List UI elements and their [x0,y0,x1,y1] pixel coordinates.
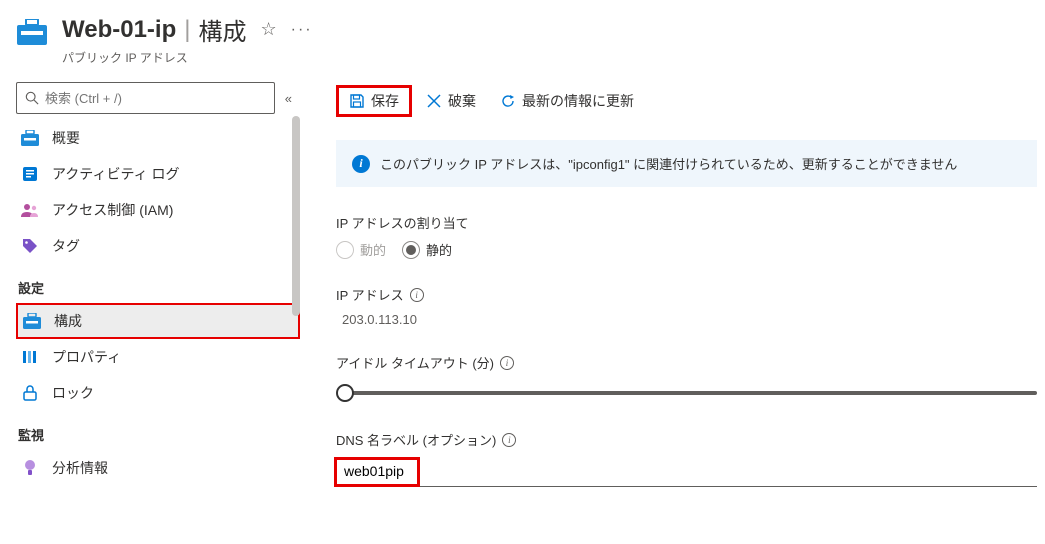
sidebar-group-monitoring: 監視 [16,411,300,450]
sidebar-item-label: アクティビティ ログ [52,164,180,184]
sidebar-item-label: プロパティ [52,347,121,367]
sidebar-item-label: 分析情報 [52,458,108,478]
refresh-icon [500,93,516,109]
resource-title: Web-01-ip [62,16,176,44]
field-idle-timeout: アイドル タイムアウト (分) i [336,353,1045,404]
blade-title: 構成 [198,12,246,47]
refresh-label: 最新の情報に更新 [522,91,634,111]
iam-icon [20,200,40,220]
radio-icon [402,241,420,259]
save-label: 保存 [371,91,399,111]
radio-icon [336,241,354,259]
save-icon [349,93,365,109]
menu-search-box[interactable] [16,82,275,114]
sidebar-group-settings: 設定 [16,264,300,303]
page-header: Web-01-ip | 構成 ☆ ··· パブリック IP アドレス [0,0,1045,76]
sidebar: « 概要 アクティビティ ログ アクセス制御 (IAM) [0,76,300,544]
field-ip-assignment: IP アドレスの割り当て 動的 静的 [336,213,1045,259]
discard-button[interactable]: 破棄 [416,85,486,117]
sidebar-item-configuration[interactable]: 構成 [16,303,300,339]
ip-address-label: IP アドレス [336,285,404,304]
save-button[interactable]: 保存 [336,85,412,117]
resource-icon [16,16,48,48]
properties-icon [20,347,40,367]
menu-search-input[interactable] [45,91,266,106]
info-banner-text: このパブリック IP アドレスは、"ipconfig1" に関連付けられているた… [380,154,957,173]
more-menu-icon[interactable]: ··· [291,21,313,39]
discard-label: 破棄 [448,91,476,111]
public-ip-icon [20,128,40,148]
slider-track [344,391,1037,395]
sidebar-item-iam[interactable]: アクセス制御 (IAM) [16,192,300,228]
idle-timeout-slider[interactable] [336,382,1037,404]
search-icon [25,91,39,105]
favorite-star-icon[interactable]: ☆ [260,19,276,40]
insights-icon [20,458,40,478]
ip-assignment-label: IP アドレスの割り当て [336,213,469,232]
info-icon: i [352,155,370,173]
radio-dynamic-label: 動的 [360,240,386,259]
info-banner: i このパブリック IP アドレスは、"ipconfig1" に関連付けられてい… [336,140,1037,187]
sidebar-item-locks[interactable]: ロック [16,375,300,411]
sidebar-item-overview[interactable]: 概要 [16,120,300,156]
ip-address-value: 203.0.113.10 [336,312,1045,327]
idle-timeout-label: アイドル タイムアウト (分) [336,353,494,372]
sidebar-item-label: アクセス制御 (IAM) [52,200,173,220]
field-dns-label: DNS 名ラベル (オプション) i [336,430,1045,487]
radio-dynamic[interactable]: 動的 [336,240,386,259]
radio-static[interactable]: 静的 [402,240,452,259]
refresh-button[interactable]: 最新の情報に更新 [490,85,644,117]
activity-log-icon [20,164,40,184]
info-tooltip-icon[interactable]: i [502,433,516,447]
sidebar-item-tags[interactable]: タグ [16,228,300,264]
public-ip-icon [22,311,42,331]
sidebar-item-activity-log[interactable]: アクティビティ ログ [16,156,300,192]
dns-label-text: DNS 名ラベル (オプション) [336,430,496,449]
sidebar-item-label: ロック [52,383,94,403]
sidebar-item-label: タグ [52,236,80,256]
collapse-sidebar-icon[interactable]: « [285,91,292,106]
main-content: 保存 破棄 最新の情報に更新 i このパブリック IP アドレスは、 [300,76,1045,544]
command-bar: 保存 破棄 最新の情報に更新 [336,76,1045,120]
sidebar-item-properties[interactable]: プロパティ [16,339,300,375]
info-tooltip-icon[interactable]: i [410,288,424,302]
radio-static-label: 静的 [426,240,452,259]
title-divider: | [184,16,190,44]
close-icon [426,93,442,109]
sidebar-item-label: 概要 [52,128,80,148]
lock-icon [20,383,40,403]
sidebar-scrollbar[interactable] [292,116,300,316]
resource-type-label: パブリック IP アドレス [62,49,313,66]
slider-thumb[interactable] [336,384,354,402]
tag-icon [20,236,40,256]
field-ip-address: IP アドレス i 203.0.113.10 [336,285,1045,327]
sidebar-item-insights[interactable]: 分析情報 [16,450,300,486]
sidebar-item-label: 構成 [54,311,82,331]
dns-name-input[interactable] [336,455,1037,487]
info-tooltip-icon[interactable]: i [500,356,514,370]
